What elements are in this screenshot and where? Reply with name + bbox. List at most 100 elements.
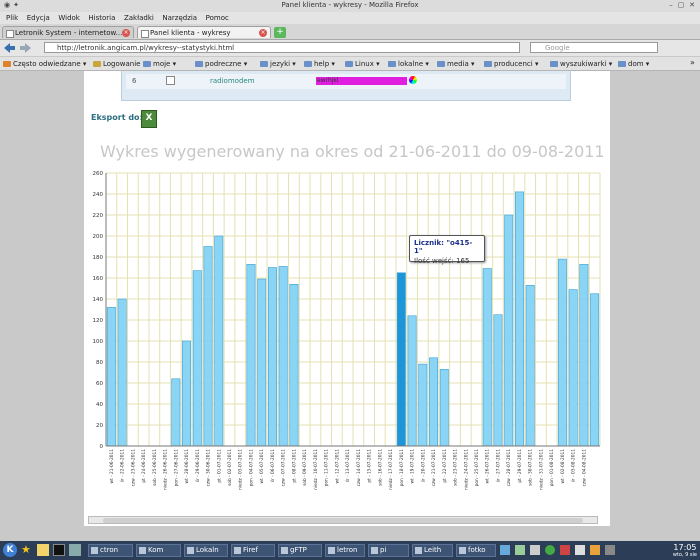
folder-icon (437, 61, 445, 67)
bookmark-folder-linux[interactable]: Linux ▾ (345, 59, 380, 69)
bookmark-folder-wyszukiwarki[interactable]: wyszukiwarki ▾ (550, 59, 612, 69)
maximize-icon[interactable]: ▢ (677, 1, 685, 9)
bar[interactable] (514, 191, 524, 447)
tray-device-icon[interactable] (530, 545, 540, 555)
tray-misc-icon[interactable] (605, 545, 615, 555)
navigation-bar: http://letronik.angicam.pl/wykresy--stat… (0, 40, 700, 92)
x-tick-label: wt - 21-06-2011 (109, 449, 115, 484)
menu-zakladki[interactable]: Zakładki (124, 12, 154, 24)
bookmark-folder-moje[interactable]: moje ▾ (143, 59, 176, 69)
tab-letronik[interactable]: Letronik System - internetow... × (2, 26, 134, 38)
y-tick-label: 180 (93, 255, 104, 261)
bookmark-folder-lokalne[interactable]: lokalne ▾ (388, 59, 429, 69)
y-tick-label: 60 (96, 381, 103, 387)
bar[interactable] (289, 284, 299, 447)
bar[interactable] (579, 264, 589, 447)
clock[interactable]: 17:05 wto, 9 sie (673, 543, 697, 558)
forward-icon[interactable] (20, 43, 32, 53)
bookmark-folder-dom[interactable]: dom ▾ (618, 59, 649, 69)
bookmarks-overflow-icon[interactable]: » (690, 58, 695, 67)
bar[interactable] (278, 266, 288, 447)
desktop-star-icon[interactable]: ★ (21, 544, 33, 556)
menu-narzedzia[interactable]: Narzędzia (162, 12, 197, 24)
bar[interactable] (568, 289, 578, 447)
bookmark-folder-media[interactable]: media ▾ (437, 59, 475, 69)
bar[interactable] (257, 278, 267, 447)
minimize-icon[interactable]: – (667, 1, 675, 9)
tray-alert-icon[interactable] (560, 545, 570, 555)
bookmark-folder-producenci[interactable]: producenci ▾ (484, 59, 538, 69)
bar[interactable] (418, 363, 428, 447)
taskbar-window-button[interactable]: letron (325, 544, 365, 557)
bookmark-czesto-odwiedzane[interactable]: Często odwiedzane ▾ (3, 59, 86, 69)
tray-network-icon[interactable] (500, 545, 510, 555)
close-tab-icon[interactable]: × (259, 29, 267, 37)
tab-panel-klienta[interactable]: Panel klienta - wykresy × (137, 26, 271, 38)
taskbar-window-button[interactable]: gFTP (278, 544, 322, 557)
taskbar: K ★ ctron Kom Lokaln Firef gFTP letron pi Leith… (0, 541, 700, 560)
bar[interactable] (590, 293, 600, 447)
bar[interactable] (525, 285, 535, 447)
bar[interactable] (267, 267, 277, 447)
monitor-icon[interactable] (69, 544, 81, 556)
bar[interactable] (493, 314, 503, 447)
x-tick-label: wt - 19-07-2011 (410, 449, 416, 484)
bar[interactable] (396, 272, 406, 447)
menu-plik[interactable]: Plik (6, 12, 18, 24)
bar[interactable] (429, 357, 439, 447)
tray-volume-icon[interactable] (575, 545, 585, 555)
tray-battery-icon[interactable] (590, 545, 600, 555)
bookmark-folder-podreczne[interactable]: podreczne ▾ (195, 59, 247, 69)
search-input[interactable]: Google (530, 42, 658, 53)
taskbar-window-button[interactable]: fotko (456, 544, 496, 557)
bar[interactable] (246, 264, 256, 447)
back-icon[interactable] (4, 43, 16, 53)
close-tab-icon[interactable]: × (122, 29, 130, 37)
bar[interactable] (504, 214, 514, 447)
taskbar-window-button[interactable]: Firef (231, 544, 275, 557)
terminal-icon[interactable] (53, 544, 65, 556)
bar[interactable] (482, 268, 492, 447)
close-window-icon[interactable]: ✕ (688, 1, 696, 9)
folder-icon (304, 61, 312, 67)
row-color-value[interactable]: ewrhjkl (316, 77, 407, 85)
horizontal-scrollbar[interactable] (88, 516, 598, 524)
bar[interactable] (214, 235, 224, 447)
bookmark-logowanie[interactable]: Logowanie (93, 59, 141, 69)
tray-clipboard-icon[interactable] (515, 545, 525, 555)
url-input[interactable]: http://letronik.angicam.pl/wykresy--stat… (44, 42, 520, 53)
scrollbar-thumb[interactable] (103, 518, 583, 523)
taskbar-window-button[interactable]: Kom (136, 544, 181, 557)
folder-icon (618, 61, 626, 67)
bar[interactable] (171, 378, 181, 447)
bookmark-folder-jezyki[interactable]: jezyki ▾ (260, 59, 296, 69)
bar[interactable] (439, 369, 449, 447)
bar[interactable] (192, 270, 202, 447)
bar[interactable] (106, 307, 116, 447)
x-tick-label: niedz - 17-07-2011 (388, 449, 394, 490)
bar[interactable] (203, 246, 213, 447)
excel-export-icon[interactable]: X (141, 110, 157, 128)
bookmark-folder-help[interactable]: help ▾ (304, 59, 335, 69)
menu-pomoc[interactable]: Pomoc (206, 12, 229, 24)
kde-menu-icon[interactable]: K (3, 543, 17, 557)
counters-table-bottom: 6 radiomodem ewrhjkl (121, 71, 571, 101)
menu-widok[interactable]: Widok (58, 12, 80, 24)
taskbar-window-button[interactable]: ctron (88, 544, 133, 557)
tray-update-icon[interactable] (545, 545, 555, 555)
taskbar-window-button[interactable]: pi (368, 544, 409, 557)
taskbar-window-button[interactable]: Leith (412, 544, 453, 557)
bar[interactable] (557, 258, 567, 447)
bar[interactable] (117, 298, 127, 447)
y-tick-label: 120 (93, 318, 104, 324)
bar[interactable] (182, 340, 192, 447)
taskbar-window-button[interactable]: Lokaln (184, 544, 228, 557)
new-tab-button[interactable]: + (274, 27, 286, 38)
x-tick-label: śr - 06-07-2011 (269, 449, 276, 483)
bar[interactable] (407, 315, 417, 447)
menu-edycja[interactable]: Edycja (27, 12, 50, 24)
row-checkbox[interactable] (166, 76, 175, 85)
menu-historia[interactable]: Historia (88, 12, 115, 24)
color-picker-icon[interactable] (409, 76, 417, 84)
home-folder-icon[interactable] (37, 544, 49, 556)
